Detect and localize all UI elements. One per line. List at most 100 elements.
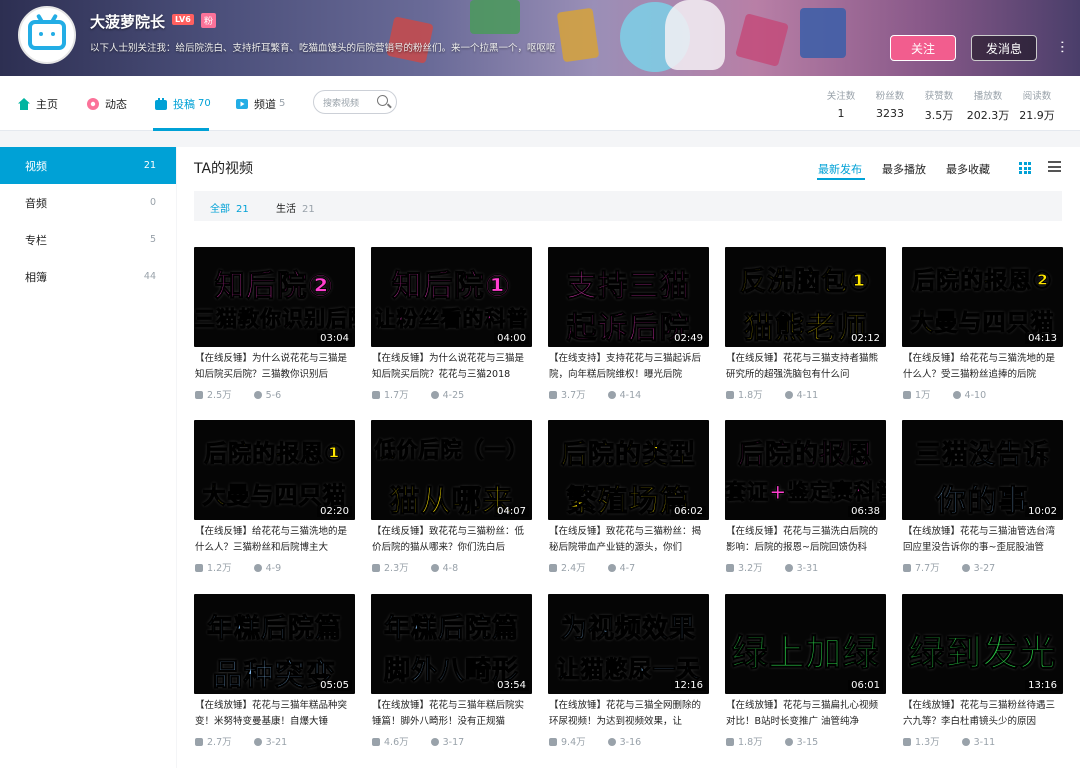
list-view-icon[interactable] (1048, 161, 1061, 174)
video-title[interactable]: 【在线反锤】致花花与三猫粉丝：揭秘后院带血产业链的源头，你们 (549, 524, 707, 556)
video-meta: 1.8万 4-11 (726, 387, 818, 401)
play-count: 1.2万 (207, 563, 232, 574)
thumbnail-line-1: 低价后院（一） (374, 438, 529, 463)
video-card[interactable]: 低价后院（一） 猫从哪来 04:07 【在线反锤】致花花与三猫粉丝：低价后院的猫从哪来… (371, 420, 532, 580)
sidebar-item-video[interactable]: 视频 21 (0, 147, 176, 184)
filter-life[interactable]: 生活 21 (276, 200, 315, 215)
sidebar-item-album[interactable]: 相簿 44 (0, 258, 176, 295)
search-icon[interactable] (377, 95, 388, 106)
video-title[interactable]: 【在线反锤】花花与三猫支持者猫熊研究所的超强洗脑包有什么问 (726, 351, 884, 383)
sidebar-item-label: 视频 (25, 159, 47, 173)
video-thumbnail[interactable]: 后院的报恩② 大曼与四只猫 04:13 (902, 247, 1063, 347)
sort-latest[interactable]: 最新发布 (818, 161, 862, 177)
video-thumbnail[interactable]: 绿到发光 13:16 (902, 594, 1063, 694)
video-thumbnail[interactable]: 绿上加绿 06:01 (725, 594, 886, 694)
stat-following[interactable]: 关注数 1 (818, 88, 864, 120)
publish-date: 4-14 (619, 390, 642, 401)
video-thumbnail[interactable]: 后院的报恩 套证+鉴定赛科普 06:38 (725, 420, 886, 520)
tab-home[interactable]: 主页 (17, 76, 58, 131)
user-signature: 以下人士别关注我：给后院洗白、支持折耳繁育、吃猫血馒头的后院营销号的粉丝们。来一… (90, 43, 556, 54)
video-thumbnail[interactable]: 后院的报恩① 大曼与四只猫 02:20 (194, 420, 355, 520)
tab-channel[interactable]: 频道 5 (235, 76, 285, 131)
follow-button[interactable]: 关注 (890, 35, 956, 61)
clock-icon (784, 738, 793, 746)
video-title[interactable]: 【在线放锤】花花与三猫粉丝待遇三六九等？李白杜甫镜头少的原因 (903, 698, 1061, 730)
video-title[interactable]: 【在线反锤】给花花与三猫洗地的是什么人？受三猫粉丝追捧的后院 (903, 351, 1061, 383)
video-card[interactable]: 后院的类型 繁殖场篇 06:02 【在线反锤】致花花与三猫粉丝：揭秘后院带血产业链的源… (548, 420, 709, 580)
video-meta: 7.7万 3-27 (903, 560, 995, 574)
video-title[interactable]: 【在线放锤】花花与三猫年糕后院实锤篇！脚外八畸形！没有正规猫 (372, 698, 530, 730)
video-card[interactable]: 反洗脑包① 猫熊老师 02:12 【在线反锤】花花与三猫支持者猫熊研究所的超强洗脑包有… (725, 247, 886, 407)
video-card[interactable]: 后院的报恩② 大曼与四只猫 04:13 【在线反锤】给花花与三猫洗地的是什么人？受三猫… (902, 247, 1063, 407)
sort-most-played[interactable]: 最多播放 (882, 161, 926, 177)
video-title[interactable]: 【在线反锤】花花与三猫洗白后院的影响：后院的报恩~后院回馈伪科 (726, 524, 884, 556)
video-title[interactable]: 【在线反锤】为什么说花花与三猫是知后院买后院？三猫教你识别后 (195, 351, 353, 383)
video-duration: 06:02 (671, 506, 706, 517)
video-thumbnail[interactable]: 支持三猫 起诉后院 02:49 (548, 247, 709, 347)
video-thumbnail[interactable]: 知后院② 三猫教你识别后院 03:04 (194, 247, 355, 347)
video-title[interactable]: 【在线支持】支持花花与三猫起诉后院，向年糕后院维权！曝光后院 (549, 351, 707, 383)
sort-most-favorited[interactable]: 最多收藏 (946, 161, 990, 177)
video-title[interactable]: 【在线反锤】给花花与三猫洗地的是什么人？三猫粉丝和后院博主大 (195, 524, 353, 556)
video-card[interactable]: 后院的报恩① 大曼与四只猫 02:20 【在线反锤】给花花与三猫洗地的是什么人？三猫粉… (194, 420, 355, 580)
video-card[interactable]: 年糕后院篇 品种突变 05:05 【在线放锤】花花与三猫年糕品种突变！米努特变曼基康！… (194, 594, 355, 754)
video-thumbnail[interactable]: 知后院① 让粉丝看的科普 04:00 (371, 247, 532, 347)
thumbnail-line-2: 让粉丝看的科普 (374, 307, 529, 332)
gift-decoration (556, 7, 600, 63)
sidebar-item-audio[interactable]: 音频 0 (0, 184, 176, 221)
video-card[interactable]: 为视频效果 让猫憋尿一天 12:16 【在线放锤】花花与三猫全网删除的环尿视频！为达到… (548, 594, 709, 754)
sidebar-item-label: 专栏 (25, 233, 47, 247)
sort-active-indicator (817, 178, 865, 180)
tab-upload[interactable]: 投稿 70 (154, 76, 211, 131)
play-count: 1万 (915, 390, 931, 401)
more-options-icon[interactable]: ⋯ (1054, 40, 1070, 52)
video-title[interactable]: 【在线放锤】花花与三猫扁扎心视频对比！B站时长变推广 油管纯净 (726, 698, 884, 730)
video-title[interactable]: 【在线放锤】花花与三猫油管选台湾回应里没告诉你的事~歪屁股油管 (903, 524, 1061, 556)
grid-view-icon[interactable] (1019, 162, 1031, 174)
video-title[interactable]: 【在线反锤】致花花与三猫粉丝：低价后院的猫从哪来？你们洗白后 (372, 524, 530, 556)
video-thumbnail[interactable]: 年糕后院篇 品种突变 05:05 (194, 594, 355, 694)
filter-all[interactable]: 全部 21 (210, 200, 249, 215)
send-message-button[interactable]: 发消息 (971, 35, 1037, 61)
video-card[interactable]: 后院的报恩 套证+鉴定赛科普 06:38 【在线反锤】花花与三猫洗白后院的影响：后院的… (725, 420, 886, 580)
thumbnail-line-1: 知后院① (391, 269, 512, 305)
play-count: 9.4万 (561, 737, 586, 748)
publish-date: 4-8 (442, 563, 459, 574)
video-title[interactable]: 【在线反锤】为什么说花花与三猫是知后院买后院？花花与三猫2018 (372, 351, 530, 383)
play-count: 3.7万 (561, 390, 586, 401)
publish-date: 3-16 (619, 737, 642, 748)
sidebar-item-label: 音频 (25, 196, 47, 210)
video-thumbnail[interactable]: 后院的类型 繁殖场篇 06:02 (548, 420, 709, 520)
tab-dynamic[interactable]: 动态 (86, 76, 127, 131)
publish-date: 3-21 (265, 737, 288, 748)
video-thumbnail[interactable]: 低价后院（一） 猫从哪来 04:07 (371, 420, 532, 520)
video-thumbnail[interactable]: 三猫没告诉 你的事 10:02 (902, 420, 1063, 520)
video-card[interactable]: 三猫没告诉 你的事 10:02 【在线放锤】花花与三猫油管选台湾回应里没告诉你的事~歪… (902, 420, 1063, 580)
video-card[interactable]: 年糕后院篇 脚外八畸形 03:54 【在线放锤】花花与三猫年糕后院实锤篇！脚外八畸形！… (371, 594, 532, 754)
video-title[interactable]: 【在线放锤】花花与三猫全网删除的环尿视频！为达到视频效果，让 (549, 698, 707, 730)
video-duration: 13:16 (1025, 680, 1060, 691)
stat-followers[interactable]: 粉丝数 3233 (867, 88, 913, 120)
video-title[interactable]: 【在线放锤】花花与三猫年糕品种突变！米努特变曼基康！自爆大锤 (195, 698, 353, 730)
clock-icon (784, 391, 793, 399)
avatar[interactable] (18, 6, 76, 64)
play-count: 2.7万 (207, 737, 232, 748)
video-meta: 2.3万 4-8 (372, 560, 458, 574)
video-card[interactable]: 绿到发光 13:16 【在线放锤】花花与三猫粉丝待遇三六九等？李白杜甫镜头少的原因 1… (902, 594, 1063, 754)
video-thumbnail[interactable]: 年糕后院篇 脚外八畸形 03:54 (371, 594, 532, 694)
gift-decoration (735, 13, 789, 67)
tab-channel-label: 频道 (254, 97, 276, 111)
video-card[interactable]: 知后院① 让粉丝看的科普 04:00 【在线反锤】为什么说花花与三猫是知后院买后院？花… (371, 247, 532, 407)
video-thumbnail[interactable]: 为视频效果 让猫憋尿一天 12:16 (548, 594, 709, 694)
video-card[interactable]: 绿上加绿 06:01 【在线放锤】花花与三猫扁扎心视频对比！B站时长变推广 油管纯净… (725, 594, 886, 754)
video-search-input[interactable]: 搜索视频 (313, 90, 397, 114)
video-thumbnail[interactable]: 反洗脑包① 猫熊老师 02:12 (725, 247, 886, 347)
sidebar-item-article[interactable]: 专栏 5 (0, 221, 176, 258)
thumbnail-line-1: 知后院② (214, 269, 335, 305)
video-card[interactable]: 知后院② 三猫教你识别后院 03:04 【在线反锤】为什么说花花与三猫是知后院买后院？… (194, 247, 355, 407)
sidebar-item-count: 5 (149, 234, 156, 245)
play-count-icon (372, 391, 380, 399)
clock-icon (253, 564, 262, 572)
video-card[interactable]: 支持三猫 起诉后院 02:49 【在线支持】支持花花与三猫起诉后院，向年糕后院维权！曝… (548, 247, 709, 407)
play-count-icon (726, 391, 734, 399)
